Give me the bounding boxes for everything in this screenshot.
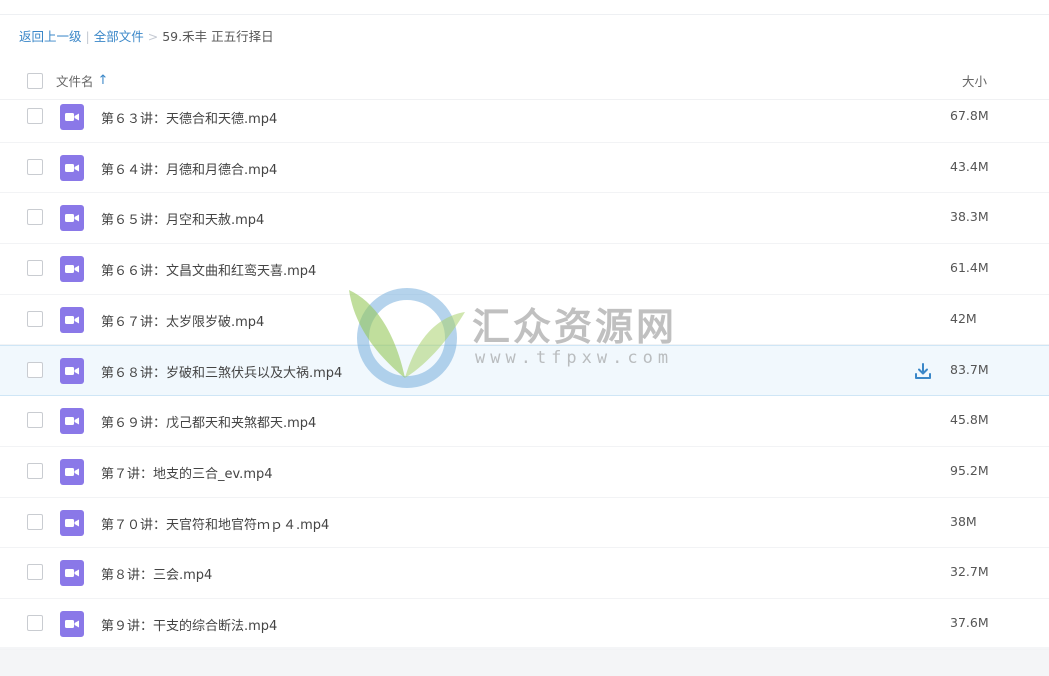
download-icon[interactable] <box>914 362 932 380</box>
file-row[interactable]: 第６６讲：文昌文曲和红鸾天喜.mp4 61.4M <box>0 244 1049 295</box>
row-checkbox[interactable] <box>27 260 43 277</box>
video-file-icon <box>60 104 84 130</box>
file-name[interactable]: 第７讲：地支的三合_ev.mp4 <box>101 463 273 482</box>
file-list: 第６３讲：天德合和天德.mp4 67.8M 第６４讲：月德和月德合.mp4 43.4M… <box>0 92 1049 650</box>
file-name[interactable]: 第６４讲：月德和月德合.mp4 <box>101 159 277 178</box>
file-list-panel: 返回上一级 | 全部文件 > 59.禾丰 正五行择日 文件名 ↑ 大小 第６３讲… <box>0 0 1049 650</box>
row-checkbox[interactable] <box>27 362 43 379</box>
video-file-icon <box>60 358 84 385</box>
file-name[interactable]: 第６９讲：戊己都天和夹煞都天.mp4 <box>101 412 316 431</box>
file-name[interactable]: 第６７讲：太岁限岁破.mp4 <box>101 311 264 330</box>
video-file-icon <box>60 560 84 587</box>
file-row[interactable]: 第７０讲：天官符和地官符ｍｐ４.mp4 38M <box>0 498 1049 549</box>
file-row[interactable]: 第６８讲：岁破和三煞伏兵以及大祸.mp4 83.7M <box>0 345 1049 397</box>
breadcrumb-arrow: > <box>147 29 159 44</box>
file-size: 42M <box>950 310 977 326</box>
all-files-link[interactable]: 全部文件 <box>94 27 144 47</box>
file-size: 67.8M <box>950 108 989 123</box>
file-size: 83.7M <box>950 362 989 378</box>
file-size: 95.2M <box>950 462 989 478</box>
file-size: 32.7M <box>950 564 989 580</box>
row-checkbox[interactable] <box>27 564 43 581</box>
back-link[interactable]: 返回上一级 <box>19 27 82 47</box>
file-row[interactable]: 第６５讲：月空和天赦.mp4 38.3M <box>0 193 1049 245</box>
row-checkbox[interactable] <box>27 310 43 327</box>
file-row[interactable]: 第７讲：地支的三合_ev.mp4 95.2M <box>0 447 1049 498</box>
file-name[interactable]: 第６５讲：月空和天赦.mp4 <box>101 209 264 228</box>
row-checkbox[interactable] <box>27 462 43 479</box>
top-divider <box>0 14 1049 15</box>
sort-ascending-icon[interactable]: ↑ <box>98 74 109 87</box>
file-row[interactable]: 第６９讲：戊己都天和夹煞都天.mp4 45.8M <box>0 396 1049 447</box>
video-file-icon <box>60 205 84 232</box>
file-name[interactable]: 第６６讲：文昌文曲和红鸾天喜.mp4 <box>101 260 316 279</box>
size-column-header[interactable]: 大小 <box>962 71 987 90</box>
file-row[interactable]: 第６４讲：月德和月德合.mp4 43.4M <box>0 143 1049 194</box>
file-size: 38.3M <box>950 209 989 225</box>
breadcrumb-separator: | <box>85 29 90 44</box>
file-size: 38M <box>950 513 977 529</box>
video-file-icon <box>60 509 84 536</box>
file-name[interactable]: 第８讲：三会.mp4 <box>101 564 212 583</box>
row-checkbox[interactable] <box>27 412 43 429</box>
video-file-icon <box>60 256 84 283</box>
row-checkbox[interactable] <box>27 513 43 530</box>
video-file-icon <box>60 154 84 181</box>
name-column-header[interactable]: 文件名 ↑ <box>56 71 108 90</box>
current-folder: 59.禾丰 正五行择日 <box>162 29 274 44</box>
video-file-icon <box>60 458 84 485</box>
file-size: 37.6M <box>950 614 989 630</box>
file-row[interactable]: 第９讲：干支的综合断法.mp4 37.6M <box>0 599 1049 650</box>
row-checkbox[interactable] <box>27 108 43 124</box>
breadcrumb: 返回上一级 | 全部文件 > 59.禾丰 正五行择日 <box>19 27 274 47</box>
file-row[interactable]: 第６７讲：太岁限岁破.mp4 42M <box>0 295 1049 346</box>
file-name[interactable]: 第７０讲：天官符和地官符ｍｐ４.mp4 <box>101 514 329 533</box>
select-all-checkbox[interactable] <box>27 73 43 89</box>
name-header-label: 文件名 <box>56 74 94 89</box>
file-name[interactable]: 第９讲：干支的综合断法.mp4 <box>101 615 277 634</box>
video-file-icon <box>60 306 84 333</box>
file-row[interactable]: 第８讲：三会.mp4 32.7M <box>0 548 1049 599</box>
file-name[interactable]: 第６３讲：天德合和天德.mp4 <box>101 108 277 127</box>
file-size: 61.4M <box>950 260 989 276</box>
row-checkbox[interactable] <box>27 209 43 226</box>
file-size: 45.8M <box>950 412 989 428</box>
file-size: 43.4M <box>950 158 989 174</box>
video-file-icon <box>60 610 84 637</box>
video-file-icon <box>60 408 84 435</box>
row-checkbox[interactable] <box>27 614 43 631</box>
file-row[interactable]: 第６３讲：天德合和天德.mp4 67.8M <box>0 92 1049 143</box>
file-name[interactable]: 第６８讲：岁破和三煞伏兵以及大祸.mp4 <box>101 362 342 381</box>
row-checkbox[interactable] <box>27 158 43 175</box>
